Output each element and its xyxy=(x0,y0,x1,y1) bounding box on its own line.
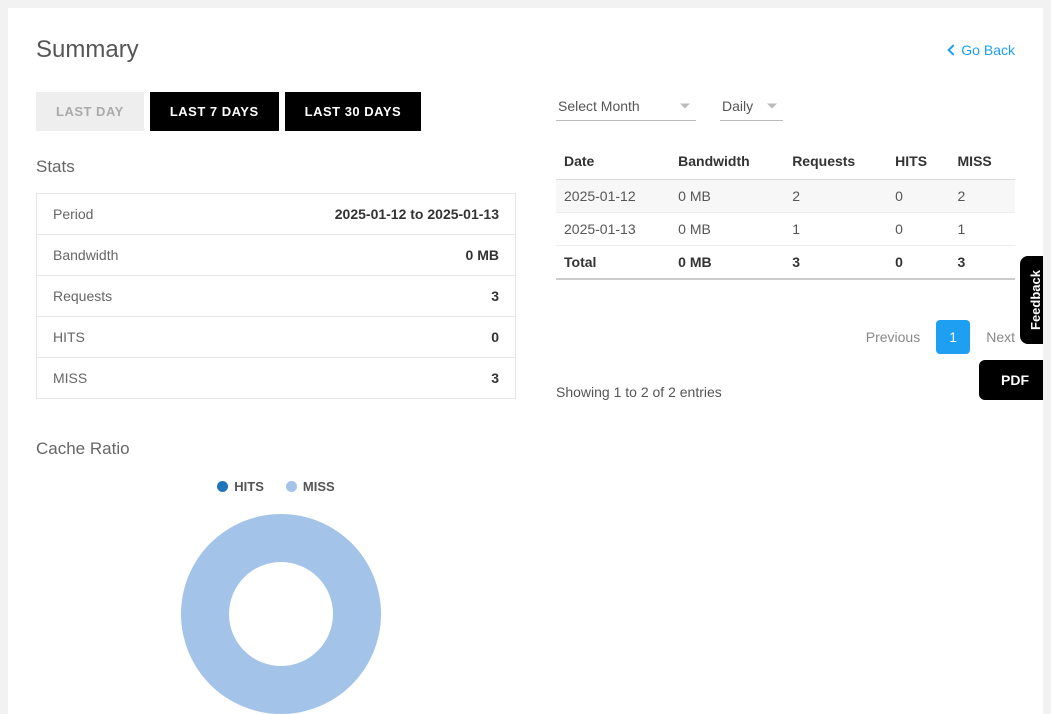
stats-label: Bandwidth xyxy=(37,235,196,276)
cell-total-requests: 3 xyxy=(784,246,887,280)
legend-label-miss: MISS xyxy=(303,479,335,494)
table-total-row: Total 0 MB 3 0 3 xyxy=(556,246,1015,280)
cache-ratio-donut-chart xyxy=(181,514,381,714)
month-select[interactable]: Select Month xyxy=(556,92,696,121)
summary-page: Summary Go Back LAST DAY LAST 7 DAYS LAS… xyxy=(8,8,1043,714)
data-table: Date Bandwidth Requests HITS MISS 2025-0… xyxy=(556,143,1015,280)
stats-row: Requests3 xyxy=(37,276,516,317)
table-row: 2025-01-13 0 MB 1 0 1 xyxy=(556,213,1015,246)
cell-total-bandwidth: 0 MB xyxy=(670,246,784,280)
page-title: Summary xyxy=(36,36,139,64)
left-column: LAST DAY LAST 7 DAYS LAST 30 DAYS Stats … xyxy=(36,92,516,714)
previous-link[interactable]: Previous xyxy=(866,329,920,345)
stats-label: Requests xyxy=(37,276,196,317)
cell-requests: 2 xyxy=(784,180,887,213)
legend-label-hits: HITS xyxy=(234,479,264,494)
stats-value: 0 MB xyxy=(196,235,516,276)
legend-item-miss[interactable]: MISS xyxy=(286,479,335,494)
go-back-label: Go Back xyxy=(961,42,1015,58)
stats-row: Period2025-01-12 to 2025-01-13 xyxy=(37,194,516,235)
stats-value: 3 xyxy=(196,276,516,317)
stats-label: MISS xyxy=(37,358,196,399)
cell-date: 2025-01-12 xyxy=(556,180,670,213)
th-hits[interactable]: HITS xyxy=(887,143,949,180)
stats-value: 3 xyxy=(196,358,516,399)
right-column: Select Month Daily Date Bandwidth Reques… xyxy=(556,92,1015,714)
cell-hits: 0 xyxy=(887,180,949,213)
filter-selects: Select Month Daily xyxy=(556,92,1015,121)
triangle-down-icon xyxy=(680,104,690,109)
pagination: Previous 1 Next xyxy=(556,320,1015,354)
cell-total-miss: 3 xyxy=(950,246,1015,280)
stats-heading: Stats xyxy=(36,157,516,177)
cache-ratio-heading: Cache Ratio xyxy=(36,439,516,459)
cell-miss: 1 xyxy=(950,213,1015,246)
stats-label: Period xyxy=(37,194,196,235)
feedback-tab[interactable]: Feedback xyxy=(1020,256,1043,344)
cell-hits: 0 xyxy=(887,213,949,246)
month-select-value: Select Month xyxy=(558,98,640,114)
go-back-link[interactable]: Go Back xyxy=(949,42,1015,58)
th-miss[interactable]: MISS xyxy=(950,143,1015,180)
cell-miss: 2 xyxy=(950,180,1015,213)
legend-item-hits[interactable]: HITS xyxy=(217,479,264,494)
stats-label: HITS xyxy=(37,317,196,358)
range-tabs: LAST DAY LAST 7 DAYS LAST 30 DAYS xyxy=(36,92,516,131)
triangle-down-icon xyxy=(767,104,777,109)
th-bandwidth[interactable]: Bandwidth xyxy=(670,143,784,180)
content-columns: LAST DAY LAST 7 DAYS LAST 30 DAYS Stats … xyxy=(36,92,1015,714)
stats-row: MISS3 xyxy=(37,358,516,399)
cell-bandwidth: 0 MB xyxy=(670,213,784,246)
stats-row: Bandwidth0 MB xyxy=(37,235,516,276)
granularity-select[interactable]: Daily xyxy=(720,92,783,121)
th-requests[interactable]: Requests xyxy=(784,143,887,180)
stats-value: 2025-01-12 to 2025-01-13 xyxy=(196,194,516,235)
pdf-button[interactable]: PDF xyxy=(979,360,1043,400)
stats-table: Period2025-01-12 to 2025-01-13 Bandwidth… xyxy=(36,193,516,399)
table-row: 2025-01-12 0 MB 2 0 2 xyxy=(556,180,1015,213)
tab-last-30[interactable]: LAST 30 DAYS xyxy=(285,92,422,131)
cell-total-hits: 0 xyxy=(887,246,949,280)
data-table-header-row: Date Bandwidth Requests HITS MISS xyxy=(556,143,1015,180)
granularity-select-value: Daily xyxy=(722,98,753,114)
current-page[interactable]: 1 xyxy=(936,320,970,354)
legend-dot-hits-icon xyxy=(217,481,228,492)
cell-date: 2025-01-13 xyxy=(556,213,670,246)
tab-last-7[interactable]: LAST 7 DAYS xyxy=(150,92,279,131)
th-date[interactable]: Date xyxy=(556,143,670,180)
chart-legend: HITS MISS xyxy=(36,479,516,494)
cell-total-label: Total xyxy=(556,246,670,280)
chevron-left-icon xyxy=(948,44,959,55)
stats-value: 0 xyxy=(196,317,516,358)
legend-dot-miss-icon xyxy=(286,481,297,492)
next-link[interactable]: Next xyxy=(986,329,1015,345)
page-header: Summary Go Back xyxy=(36,36,1015,64)
entries-info: Showing 1 to 2 of 2 entries xyxy=(556,384,1015,400)
cell-bandwidth: 0 MB xyxy=(670,180,784,213)
stats-row: HITS0 xyxy=(37,317,516,358)
cell-requests: 1 xyxy=(784,213,887,246)
tab-last-day[interactable]: LAST DAY xyxy=(36,92,144,131)
